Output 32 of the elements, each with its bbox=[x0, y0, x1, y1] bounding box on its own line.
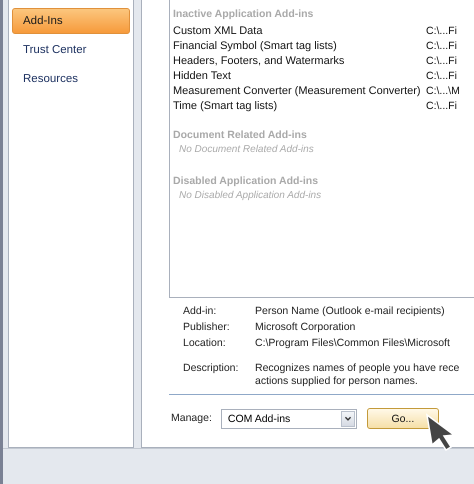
add-in-name[interactable]: Headers, Footers, and Watermarks bbox=[173, 54, 426, 66]
manage-dropdown[interactable]: COM Add-ins bbox=[220, 408, 357, 428]
detail-value: Person Name (Outlook e-mail recipients) bbox=[255, 305, 446, 318]
add-in-name[interactable]: Measurement Converter (Measurement Converter) bbox=[173, 84, 426, 96]
group-title: Disabled Application Add-ins bbox=[173, 175, 320, 189]
add-in-location: C:\...Fi bbox=[426, 24, 457, 36]
detail-value: C:\Program Files\Common Files\Microsoft bbox=[255, 337, 451, 350]
manage-label: Manage: bbox=[171, 411, 212, 426]
add-in-name[interactable]: Financial Symbol (Smart tag lists) bbox=[173, 40, 426, 52]
caret-icon bbox=[340, 410, 355, 426]
empty-message: No Document Related Add-ins bbox=[178, 144, 315, 157]
add-in-name[interactable]: Time (Smart tag lists) bbox=[173, 100, 426, 112]
detail-label: Publisher: bbox=[183, 320, 231, 335]
sidebar-item[interactable]: Add-Ins bbox=[12, 8, 130, 34]
add-in-location: C:\...Fi bbox=[426, 40, 457, 52]
group-title: Document Related Add-ins bbox=[173, 129, 308, 143]
add-in-location: C:\...Fi bbox=[426, 54, 457, 66]
empty-message: No Disabled Application Add-ins bbox=[178, 190, 322, 203]
detail-label: Description: bbox=[183, 361, 240, 376]
sidebar-item[interactable]: Trust Center bbox=[12, 37, 130, 63]
detail-label: Location: bbox=[183, 336, 227, 351]
sidebar-item[interactable]: Resources bbox=[12, 66, 130, 92]
add-in-location: C:\...Fi bbox=[426, 100, 457, 112]
detail-value: actions supplied for person names. bbox=[255, 375, 419, 388]
add-in-location: C:\...Fi bbox=[426, 70, 457, 82]
detail-value: Recognizes names of people you have rece bbox=[255, 362, 460, 375]
add-in-name[interactable]: Custom XML Data bbox=[173, 24, 426, 36]
group-title: Inactive Application Add-ins bbox=[173, 8, 314, 22]
add-in-location: C:\...\M bbox=[426, 84, 460, 96]
detail-value: Microsoft Corporation bbox=[255, 321, 356, 334]
add-in-name[interactable]: Hidden Text bbox=[173, 70, 426, 82]
detail-label: Add-in: bbox=[183, 304, 218, 319]
